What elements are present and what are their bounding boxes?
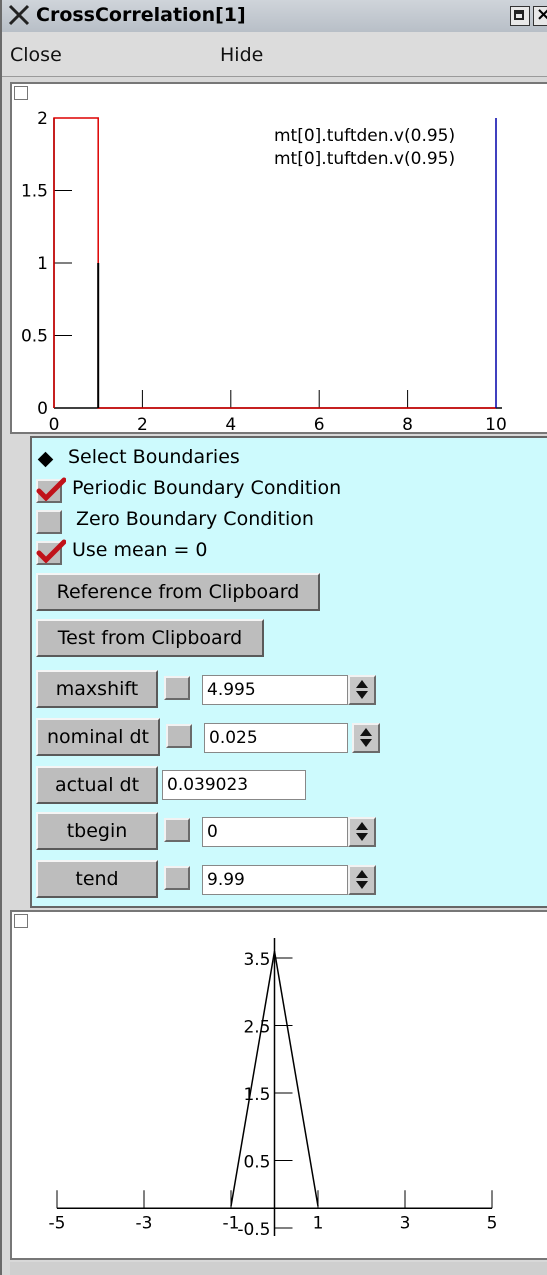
nominal-dt-spinner[interactable] [352,723,380,753]
x-tick-label: 0 [49,415,60,432]
legend-entry-1: mt[0].tuftden.v(0.95) [274,126,455,146]
control-panel: Select Boundaries Periodic Boundary Cond… [30,436,547,908]
y-tick-label: 2 [37,109,48,129]
maximize-button[interactable] [510,6,530,26]
actual-dt-field[interactable]: 0.039023 [162,770,306,800]
lower-graph-canvas: -5 -3 -1 1 3 53.52.51.50.5-0.5 [49,938,498,1240]
menu-bar: Close Hide [2,32,547,77]
menu-hide[interactable]: Hide [220,44,263,66]
lower-graph[interactable]: -5 -3 -1 1 3 5 3.5 2.5 1.5 0.5 -0.5 [10,910,547,1260]
x-tick-label: 5 [487,1213,498,1233]
tbegin-field[interactable]: 0 [202,817,348,847]
y-tick-label: 1.5 [21,182,48,202]
maxshift-field[interactable]: 4.995 [202,675,348,705]
menu-close[interactable]: Close [10,44,62,66]
maxshift-button[interactable]: maxshift [36,670,158,708]
x-tick-label: 3 [400,1213,411,1233]
window-bottom-edge [10,1262,547,1275]
x-tick-label: 2 [137,415,148,432]
upper-graph-canvas: mt[0].tuftden.v(0.95) mt[0].tuftden.v(0.… [21,109,507,432]
cross-correlation-window: CrossCorrelation[1] Close Hide mt[0].tuf… [0,0,547,1275]
select-boundaries-label: Select Boundaries [68,446,240,468]
y-tick-label: 0.5 [243,1153,270,1173]
tend-spinner[interactable] [348,865,376,895]
actual-dt-button[interactable]: actual dt [36,766,158,804]
title-bar[interactable]: CrossCorrelation[1] [2,0,547,33]
tbegin-button[interactable]: tbegin [36,812,158,850]
tend-checkbox[interactable] [164,866,190,890]
test-from-clipboard-button[interactable]: Test from Clipboard [36,619,264,657]
x-tick-label: 4 [225,415,236,432]
use-mean-label[interactable]: Use mean = 0 [72,539,208,561]
periodic-boundary-label[interactable]: Periodic Boundary Condition [72,477,341,499]
maxshift-spinner[interactable] [348,675,376,705]
y-tick-label: 3.5 [243,950,270,970]
y-tick-label: 0.5 [21,327,48,347]
nominal-dt-field[interactable]: 0.025 [204,723,348,753]
x-tick-label: -3 [136,1213,153,1233]
tend-button[interactable]: tend [36,860,158,898]
x-tick-label: 1 [313,1213,324,1233]
tbegin-spinner[interactable] [348,817,376,847]
tbegin-checkbox[interactable] [164,818,190,842]
window-title: CrossCorrelation[1] [36,4,246,26]
y-tick-label: 1 [37,254,48,274]
upper-graph[interactable]: mt[0].tuftden.v(0.95) mt[0].tuftden.v(0.… [10,82,547,434]
close-window-button[interactable] [533,4,547,26]
tend-field[interactable]: 9.99 [202,865,348,895]
use-mean-checkbox[interactable] [36,539,66,565]
x-tick-label: 8 [402,415,413,432]
y-tick-label: 1.5 [243,1085,270,1105]
periodic-boundary-checkbox[interactable] [36,477,66,503]
x-tick-label: 6 [314,415,325,432]
y-tick-label: 0 [37,399,48,419]
radio-diamond-icon [37,451,54,468]
zero-boundary-checkbox[interactable] [36,510,62,534]
y-tick-label: -0.5 [237,1220,270,1240]
y-tick-label: 2.5 [243,1018,270,1038]
zero-boundary-label[interactable]: Zero Boundary Condition [76,508,314,530]
checkmark-icon [36,539,66,563]
nominal-dt-button[interactable]: nominal dt [36,718,160,756]
nominal-dt-checkbox[interactable] [166,724,192,748]
x-tick-label: 10 [485,415,507,432]
checkmark-icon [36,477,66,501]
legend-entry-2: mt[0].tuftden.v(0.95) [274,149,455,169]
maxshift-checkbox[interactable] [164,676,190,700]
x-window-icon [8,4,30,26]
reference-from-clipboard-button[interactable]: Reference from Clipboard [36,573,320,611]
x-tick-label: -5 [49,1213,66,1233]
